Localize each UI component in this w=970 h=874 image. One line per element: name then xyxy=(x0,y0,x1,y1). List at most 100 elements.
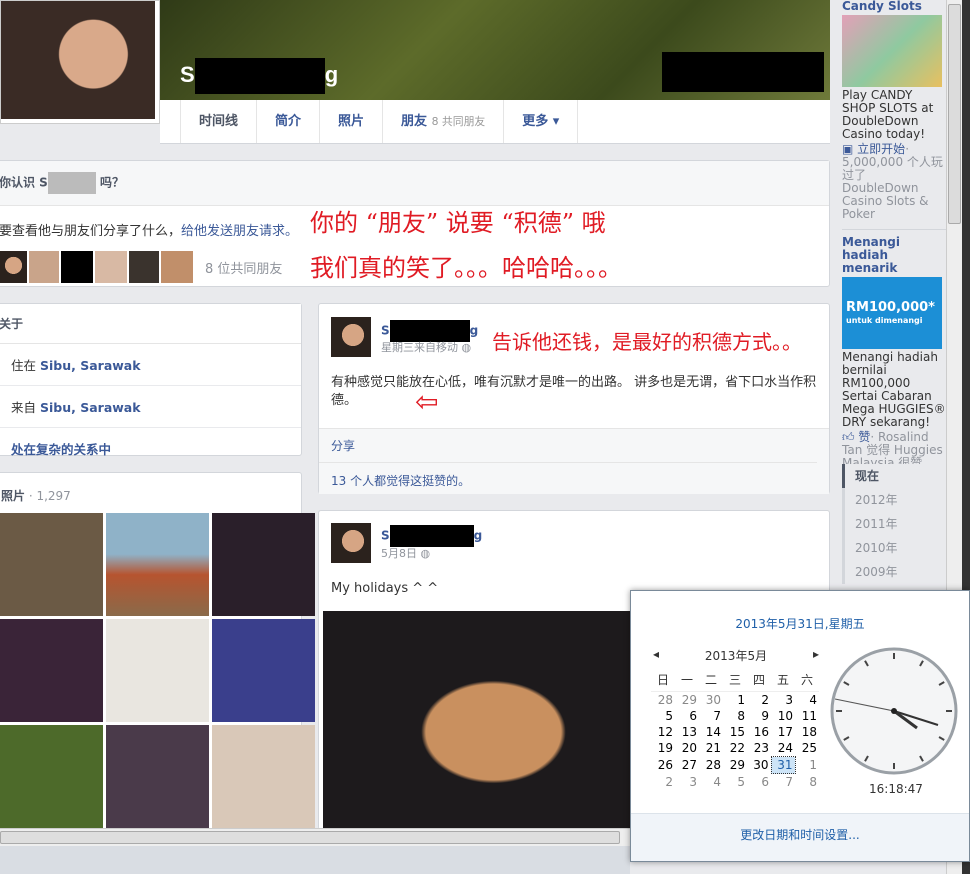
mutual-count: 8 共同朋友 xyxy=(431,115,486,128)
tab-timeline[interactable]: 时间线 xyxy=(180,100,256,143)
ad-image[interactable]: RM100,000* untuk dimenangi xyxy=(842,277,942,349)
tab-photos[interactable]: 照片 xyxy=(319,100,382,143)
year-item[interactable]: 2009年 xyxy=(842,560,942,584)
globe-icon: ◍ xyxy=(420,547,431,560)
calendar-day[interactable]: 20 xyxy=(675,740,699,757)
year-item[interactable]: 2012年 xyxy=(842,488,942,512)
friend-avatar[interactable] xyxy=(95,251,127,283)
about-from[interactable]: 来自 Sibu, Sarawak xyxy=(0,386,301,428)
friend-avatar[interactable] xyxy=(161,251,193,283)
calendar-grid: 日一二三四五六 28 29 30 1 2 3 4 5 6 7 8 9 10 11 12 13 14 15 16 17 18… xyxy=(651,671,819,790)
tab-friends[interactable]: 朋友 8 共同朋友 xyxy=(382,100,503,143)
calendar-day[interactable]: 3 xyxy=(771,692,795,709)
profile-name[interactable]: Sg xyxy=(180,58,338,94)
post-avatar[interactable] xyxy=(331,317,371,357)
horizontal-scrollbar[interactable] xyxy=(0,828,630,846)
calendar-day[interactable]: 25 xyxy=(795,740,819,757)
calendar-day[interactable]: 9 xyxy=(747,708,771,724)
calendar-day[interactable]: 21 xyxy=(699,740,723,757)
ad-image[interactable] xyxy=(842,15,942,87)
likes-summary[interactable]: 13 个人都觉得这挺赞的。 xyxy=(319,463,829,498)
send-friend-request-link[interactable]: 给他发送朋友请求。 xyxy=(181,224,298,239)
calendar-popup: 2013年5月31日,星期五 ◂ 2013年5月 ▸ 日一二三四五六 28 29 30 1 2… xyxy=(630,590,970,862)
tab-about[interactable]: 简介 xyxy=(256,100,319,143)
friend-avatar[interactable] xyxy=(61,251,93,283)
calendar-day[interactable]: 14 xyxy=(699,724,723,740)
calendar-day[interactable]: 13 xyxy=(675,724,699,740)
friend-avatar[interactable] xyxy=(0,251,27,283)
mutual-friends-link[interactable]: 8 位共同朋友 xyxy=(205,258,282,277)
post-meta[interactable]: 星期三来自移动 ◍ xyxy=(381,339,471,355)
calendar-day[interactable]: 17 xyxy=(771,724,795,740)
calendar-day[interactable]: 8 xyxy=(795,774,819,791)
calendar-day[interactable]: 6 xyxy=(747,774,771,791)
friend-avatar[interactable] xyxy=(129,251,159,283)
calendar-day[interactable]: 28 xyxy=(699,757,723,774)
change-datetime-settings-link[interactable]: 更改日期和时间设置... xyxy=(740,828,859,842)
calendar-day[interactable]: 8 xyxy=(723,708,747,724)
calendar-day[interactable]: 19 xyxy=(651,740,675,757)
post-avatar[interactable] xyxy=(331,523,371,563)
calendar-day[interactable]: 16 xyxy=(747,724,771,740)
calendar-day[interactable]: 29 xyxy=(675,692,699,709)
profile-picture[interactable] xyxy=(0,0,160,124)
year-now[interactable]: 现在 xyxy=(842,464,942,488)
calendar-day[interactable]: 10 xyxy=(771,708,795,724)
year-item[interactable]: 2011年 xyxy=(842,512,942,536)
calendar-day[interactable]: 1 xyxy=(795,757,819,774)
calendar-day[interactable]: 6 xyxy=(675,708,699,724)
post-meta[interactable]: 5月8日 ◍ xyxy=(381,545,430,561)
ad-like[interactable]: 赞 xyxy=(858,430,870,444)
photo-thumb[interactable] xyxy=(212,725,315,828)
about-lives-in[interactable]: 住在 Sibu, Sarawak xyxy=(0,344,301,386)
photo-thumb[interactable] xyxy=(106,619,209,722)
calendar-day[interactable]: 28 xyxy=(651,692,675,709)
calendar-day[interactable]: 23 xyxy=(747,740,771,757)
prev-month-icon[interactable]: ◂ xyxy=(653,647,659,664)
post-text: 有种感觉只能放在心低，唯有沉默才是唯一的出路。 讲多也是无谓，省下口水当作积德。 xyxy=(331,375,817,408)
calendar-day[interactable]: 1 xyxy=(723,692,747,709)
calendar-day[interactable]: 5 xyxy=(723,774,747,791)
share-link[interactable]: 分享 xyxy=(319,429,817,463)
full-date-link[interactable]: 2013年5月31日,星期五 xyxy=(631,615,969,632)
photo-thumb[interactable] xyxy=(0,513,103,616)
calendar-day[interactable]: 27 xyxy=(675,757,699,774)
photos-title[interactable]: 照片 xyxy=(1,489,25,503)
post-photo[interactable] xyxy=(323,611,633,831)
calendar-day[interactable]: 12 xyxy=(651,724,675,740)
calendar-day[interactable]: 7 xyxy=(699,708,723,724)
ad-action[interactable]: 立即开始 xyxy=(857,142,905,156)
month-title[interactable]: 2013年5月 xyxy=(705,647,767,664)
friend-avatar[interactable] xyxy=(29,251,59,283)
calendar-day[interactable]: 2 xyxy=(651,774,675,791)
calendar-day[interactable]: 22 xyxy=(723,740,747,757)
ad-title[interactable]: Candy Slots xyxy=(842,0,946,13)
calendar-day[interactable]: 30 xyxy=(747,757,771,774)
photo-thumb[interactable] xyxy=(0,619,103,722)
calendar-day[interactable]: 7 xyxy=(771,774,795,791)
post-author[interactable]: Sg xyxy=(381,525,482,547)
calendar-day[interactable]: 18 xyxy=(795,724,819,740)
calendar-day[interactable]: 24 xyxy=(771,740,795,757)
calendar-day[interactable]: 2 xyxy=(747,692,771,709)
calendar-day[interactable]: 26 xyxy=(651,757,675,774)
calendar-day[interactable]: 15 xyxy=(723,724,747,740)
ad-title[interactable]: Menangi hadiah menarik xyxy=(842,236,946,275)
photo-thumb[interactable] xyxy=(212,513,315,616)
photo-thumb[interactable] xyxy=(106,513,209,616)
calendar-day[interactable]: 5 xyxy=(651,708,675,724)
photo-thumb[interactable] xyxy=(212,619,315,722)
photo-thumb[interactable] xyxy=(106,725,209,828)
calendar-day[interactable]: 3 xyxy=(675,774,699,791)
calendar-day[interactable]: 30 xyxy=(699,692,723,709)
calendar-day[interactable]: 29 xyxy=(723,757,747,774)
tab-more[interactable]: 更多 ▾ xyxy=(503,100,579,143)
calendar-day[interactable]: 11 xyxy=(795,708,819,724)
calendar-day[interactable]: 31 xyxy=(770,756,796,774)
calendar-day[interactable]: 4 xyxy=(699,774,723,791)
photo-thumb[interactable] xyxy=(0,725,103,828)
year-item[interactable]: 2010年 xyxy=(842,536,942,560)
next-month-icon[interactable]: ▸ xyxy=(813,647,819,664)
redaction xyxy=(662,52,824,92)
calendar-day[interactable]: 4 xyxy=(795,692,819,709)
